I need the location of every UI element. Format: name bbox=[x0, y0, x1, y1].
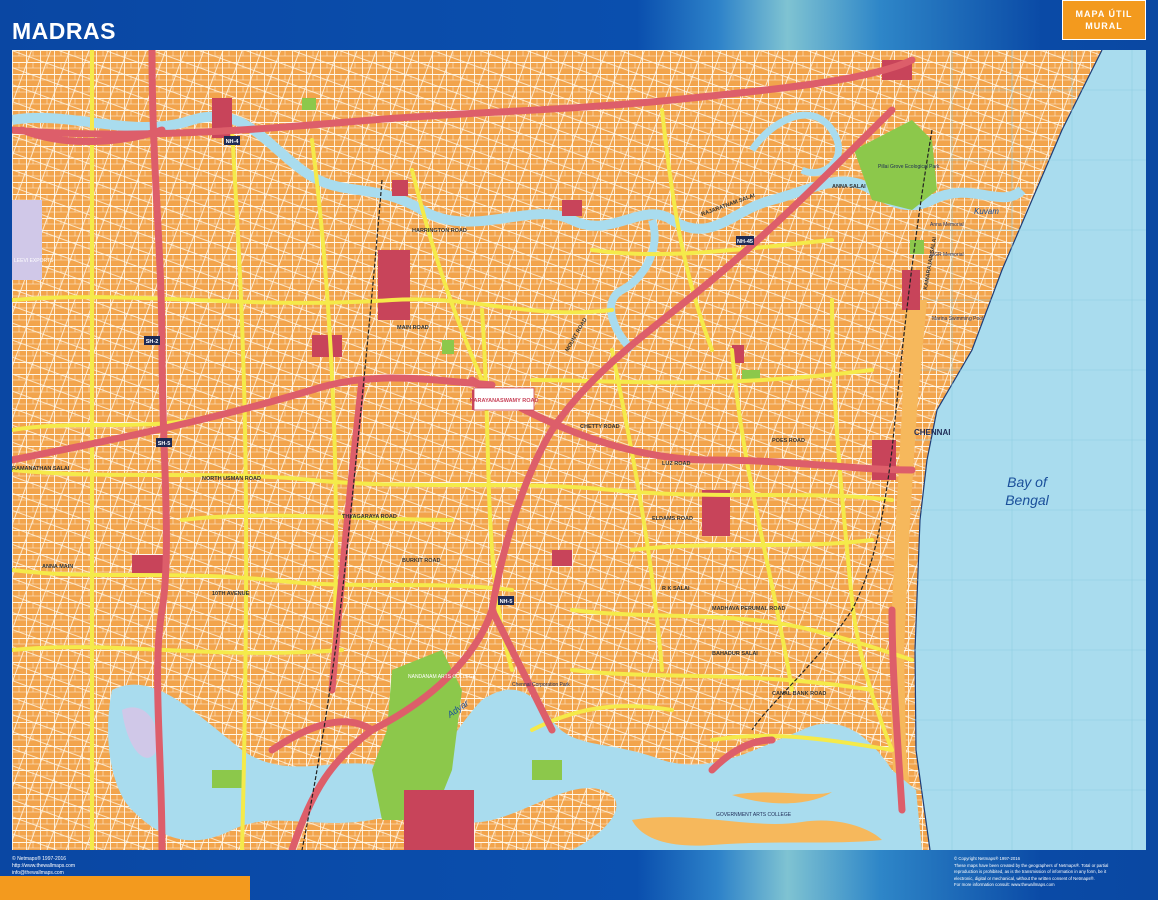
road-label: HARRINGTON ROAD bbox=[412, 228, 467, 234]
road-label: CHETTY ROAD bbox=[580, 424, 620, 430]
place-label: Anna Memorial bbox=[930, 222, 964, 228]
brand-line-2: MURAL bbox=[1085, 21, 1123, 31]
svg-text:SH-2: SH-2 bbox=[146, 339, 159, 345]
legal-line: For more information consult: www.thewal… bbox=[954, 882, 1055, 887]
road-label: THYAGARAYA ROAD bbox=[342, 514, 397, 520]
route-shield: SH-2 bbox=[144, 336, 160, 345]
place-label: LEEVI EXPORTS bbox=[14, 258, 54, 264]
city-label: CHENNAI bbox=[914, 428, 950, 437]
footer-copyright-left: © Netmaps® 1997-2016 http://www.thewallm… bbox=[12, 856, 172, 877]
road-label: RAMANATHAN SALAI bbox=[12, 466, 70, 472]
place-label: Marina Swimming Pool bbox=[932, 316, 983, 322]
road-label: POES ROAD bbox=[772, 438, 805, 444]
sea-label-1: Bay of bbox=[1007, 474, 1049, 490]
place-label: NANDANAM ARTS COLLEGE bbox=[408, 674, 477, 680]
place-label: MGR Memorial bbox=[930, 252, 964, 258]
road-label: BAHADUR SALAI bbox=[712, 651, 758, 657]
footer-website-link[interactable]: http://www.thewallmaps.com bbox=[12, 863, 172, 870]
place-label: GOVERNMENT ARTS COLLEGE bbox=[716, 812, 792, 818]
svg-text:NH-5: NH-5 bbox=[500, 599, 513, 605]
map-canvas: Bay of Bengal CHENNAI Adyar Kuvam Pillai… bbox=[12, 50, 1146, 850]
road-label: MADHAVA PERUMAL ROAD bbox=[712, 606, 785, 612]
road-label: ANNA MAIN bbox=[42, 564, 73, 570]
brand-line-1: MAPA ÚTIL bbox=[1075, 9, 1133, 19]
road-label: R K SALAI bbox=[662, 586, 690, 592]
sea-label-2: Bengal bbox=[1005, 492, 1049, 508]
place-label: Chennai Corporation Park bbox=[512, 682, 570, 688]
street-map[interactable]: Bay of Bengal CHENNAI Adyar Kuvam Pillai… bbox=[12, 50, 1146, 850]
footer-legal-notice: © Copyright Netmaps® 1997-2016 These map… bbox=[954, 856, 1150, 889]
road-label: ANNA SALAI bbox=[832, 184, 866, 190]
road-label: ELDAMS ROAD bbox=[652, 516, 693, 522]
road-name-box: NARAYANASWAMY ROAD bbox=[470, 387, 539, 411]
road-label: CANAL BANK ROAD bbox=[772, 691, 826, 697]
svg-text:SH-5: SH-5 bbox=[158, 441, 171, 447]
footer-accent-bar bbox=[0, 876, 250, 900]
place-label: NARAYANASWAMY ROAD bbox=[470, 398, 539, 404]
road-label: 10TH AVENUE bbox=[212, 591, 250, 597]
road-label: LUZ ROAD bbox=[662, 461, 690, 467]
road-label: MAIN ROAD bbox=[397, 325, 429, 331]
route-shield: NH-45 bbox=[736, 236, 754, 245]
route-shield: SH-5 bbox=[156, 438, 172, 447]
river-label-kuvam: Kuvam bbox=[974, 207, 999, 216]
road-label: BURKIT ROAD bbox=[402, 558, 441, 564]
route-shield: NH-4 bbox=[224, 136, 240, 145]
map-title: MADRAS bbox=[12, 18, 116, 44]
svg-text:NH-45: NH-45 bbox=[737, 239, 753, 245]
park-label: Pillai Grove Ecological Park bbox=[878, 164, 940, 170]
road-label: NORTH USMAN ROAD bbox=[202, 476, 261, 482]
svg-text:NH-4: NH-4 bbox=[226, 139, 240, 145]
brand-badge[interactable]: MAPA ÚTIL MURAL bbox=[1062, 0, 1146, 40]
route-shield: NH-5 bbox=[498, 596, 514, 605]
footer-copyright: © Netmaps® 1997-2016 bbox=[12, 856, 67, 862]
